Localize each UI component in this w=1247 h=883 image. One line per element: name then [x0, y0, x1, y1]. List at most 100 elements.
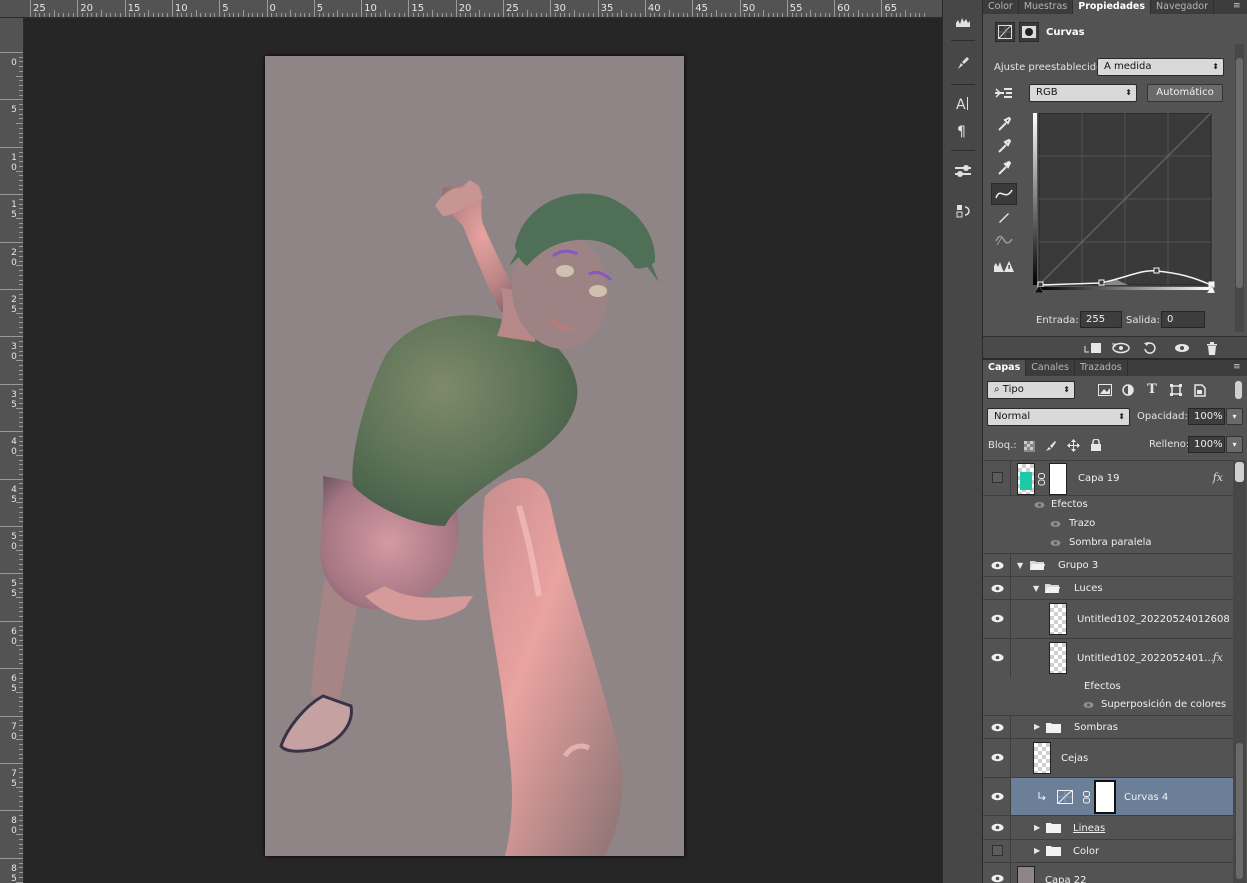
fill-field[interactable]: 100%: [1188, 436, 1225, 453]
layer-row-grupo-3[interactable]: ▼ Grupo 3: [983, 554, 1233, 577]
group-collapsed-triangle-icon[interactable]: ▶: [1034, 846, 1040, 855]
view-previous-state-icon[interactable]: [1110, 339, 1132, 357]
layer-row-curvas-4[interactable]: Curvas 4: [983, 778, 1233, 816]
effect-label[interactable]: Superposición de colores: [1101, 699, 1226, 710]
smart-object-filter-icon[interactable]: [1192, 382, 1208, 398]
opacity-dropdown-button[interactable]: ▾: [1226, 408, 1243, 425]
layer-mask-icon[interactable]: [1019, 22, 1039, 42]
ruler-tick: [19, 213, 23, 215]
clip-to-layer-icon[interactable]: [1082, 339, 1104, 357]
pixel-layer-filter-icon[interactable]: [1097, 382, 1113, 398]
tab-capas[interactable]: Capas: [983, 360, 1027, 376]
curves-graph[interactable]: [1033, 113, 1215, 293]
paragraph-panel-icon[interactable]: ¶: [952, 119, 974, 141]
fill-dropdown-button[interactable]: ▾: [1226, 436, 1243, 453]
smooth-curve-icon[interactable]: [993, 230, 1015, 250]
clipping-warning-icon[interactable]: [993, 256, 1015, 276]
link-icon[interactable]: [1082, 790, 1090, 804]
layer-row-sombras[interactable]: ▶ Sombras: [983, 716, 1233, 739]
layer-row-untitled102-a[interactable]: Untitled102_20220524012608: [983, 600, 1233, 639]
artboard-painting[interactable]: [265, 56, 684, 856]
group-expanded-triangle-icon[interactable]: ▼: [1017, 561, 1023, 570]
visibility-toggle[interactable]: [983, 739, 1011, 777]
visibility-toggle[interactable]: [983, 816, 1011, 839]
filter-toggle-switch[interactable]: [1233, 380, 1244, 400]
effect-eye-icon[interactable]: [1050, 539, 1061, 547]
auto-button[interactable]: Automático: [1147, 84, 1223, 102]
layer-row-untitled102-b[interactable]: Untitled102_2022052401... fx: [983, 639, 1233, 678]
tab-canales[interactable]: Canales: [1026, 360, 1075, 376]
visibility-toggle[interactable]: [983, 554, 1011, 576]
layers-scrollbar[interactable]: [1233, 460, 1246, 883]
lock-all-icon[interactable]: [1089, 438, 1103, 452]
visibility-toggle[interactable]: [983, 840, 1011, 862]
brush-presets-icon[interactable]: [952, 52, 974, 74]
trash-icon[interactable]: [1201, 339, 1223, 357]
effect-label[interactable]: Trazo: [1069, 518, 1095, 529]
type-layer-filter-icon[interactable]: T: [1144, 381, 1160, 398]
link-icon[interactable]: [1037, 472, 1045, 486]
effect-eye-icon[interactable]: [1050, 520, 1061, 528]
layer-row-cejas[interactable]: Cejas: [983, 739, 1233, 778]
history-panel-icon[interactable]: [952, 200, 974, 222]
gray-point-eyedropper-icon[interactable]: [993, 136, 1015, 156]
histogram-icon[interactable]: [952, 11, 974, 33]
ruler-tick: [19, 777, 23, 779]
visibility-icon[interactable]: [1171, 339, 1193, 357]
tab-color[interactable]: Color: [983, 0, 1019, 14]
lock-transparent-pixels-icon[interactable]: [1022, 439, 1036, 453]
pencil-draw-curve-icon[interactable]: [993, 207, 1015, 227]
effect-eye-icon[interactable]: [1083, 701, 1094, 709]
visibility-toggle[interactable]: [983, 639, 1011, 678]
group-collapsed-triangle-icon[interactable]: ▶: [1034, 823, 1040, 832]
tab-navegador[interactable]: Navegador: [1151, 0, 1215, 14]
visibility-toggle[interactable]: [983, 461, 1011, 495]
layer-row-color[interactable]: ▶ Color: [983, 840, 1233, 863]
output-value-field[interactable]: 0: [1161, 311, 1205, 328]
visibility-toggle[interactable]: [983, 716, 1011, 738]
tab-muestras[interactable]: Muestras: [1019, 0, 1074, 14]
character-panel-icon[interactable]: A: [952, 92, 974, 114]
hand-targeted-adjust-icon[interactable]: [993, 84, 1015, 102]
opacity-field[interactable]: 100%: [1188, 408, 1225, 425]
tab-propiedades[interactable]: Propiedades: [1073, 0, 1152, 14]
white-point-eyedropper-icon[interactable]: [993, 158, 1015, 178]
tab-trazados[interactable]: Trazados: [1075, 360, 1128, 376]
fx-badge[interactable]: fx: [1213, 471, 1223, 484]
shape-layer-filter-icon[interactable]: [1168, 382, 1184, 398]
input-value-field[interactable]: 255: [1080, 311, 1122, 328]
effect-row-sombra-paralela: Sombra paralela: [983, 534, 1233, 554]
effect-label[interactable]: Sombra paralela: [1069, 537, 1152, 548]
reset-icon[interactable]: [1139, 339, 1161, 357]
ruler-tick: [19, 601, 23, 603]
group-collapsed-triangle-icon[interactable]: ▶: [1034, 722, 1040, 731]
channel-select[interactable]: RGB ⬍: [1029, 84, 1137, 102]
visibility-toggle[interactable]: [983, 600, 1011, 638]
layer-row-capa-22[interactable]: Capa 22: [983, 863, 1233, 883]
lock-image-pixels-icon[interactable]: [1044, 439, 1058, 453]
effects-eye-icon[interactable]: [1034, 501, 1045, 509]
black-point-eyedropper-icon[interactable]: [993, 114, 1015, 134]
visibility-toggle[interactable]: [983, 778, 1011, 815]
lock-position-icon[interactable]: [1066, 438, 1080, 452]
layer-filter-select[interactable]: ⌕ Tipo ⬍: [987, 381, 1075, 399]
properties-scrollbar[interactable]: [1235, 44, 1244, 332]
ruler-tick: [19, 350, 23, 352]
group-expanded-triangle-icon[interactable]: ▼: [1033, 584, 1039, 593]
layer-thumbnail: [1017, 463, 1035, 495]
fx-badge[interactable]: fx: [1213, 651, 1223, 664]
layer-row-luces[interactable]: ▼ Luces: [983, 577, 1233, 600]
ruler-tick: [152, 13, 154, 17]
layers-panel-menu-icon[interactable]: ≡: [1233, 363, 1243, 372]
layer-row-lineas[interactable]: ▶ Lineas: [983, 816, 1233, 840]
layer-row-capa-19[interactable]: Capa 19 fx: [983, 460, 1233, 496]
edit-curve-points-icon[interactable]: [991, 183, 1017, 205]
panel-menu-icon[interactable]: ≡: [1233, 2, 1243, 11]
blend-mode-select[interactable]: Normal ⬍: [987, 408, 1130, 426]
adjustment-layer-filter-icon[interactable]: [1120, 382, 1136, 398]
preset-select[interactable]: A medida ⬍: [1097, 58, 1224, 76]
visibility-toggle[interactable]: [983, 577, 1011, 599]
ruler-tick: [19, 388, 23, 390]
visibility-toggle[interactable]: [983, 863, 1011, 883]
adjustments-panel-icon[interactable]: [952, 160, 974, 182]
